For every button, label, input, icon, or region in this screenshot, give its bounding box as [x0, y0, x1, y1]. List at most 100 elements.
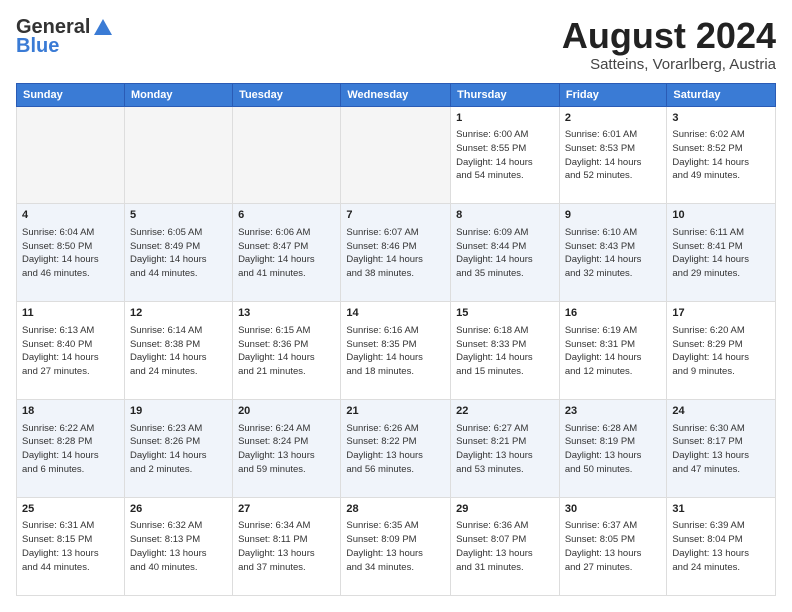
calendar-day-header: Wednesday — [341, 83, 451, 106]
day-info: Sunrise: 6:22 AM Sunset: 8:28 PM Dayligh… — [22, 422, 119, 477]
day-info: Sunrise: 6:27 AM Sunset: 8:21 PM Dayligh… — [456, 422, 554, 477]
calendar-cell: 14Sunrise: 6:16 AM Sunset: 8:35 PM Dayli… — [341, 302, 451, 400]
day-info: Sunrise: 6:15 AM Sunset: 8:36 PM Dayligh… — [238, 324, 335, 379]
day-number: 5 — [130, 208, 227, 223]
day-info: Sunrise: 6:02 AM Sunset: 8:52 PM Dayligh… — [672, 128, 770, 183]
calendar-cell — [341, 106, 451, 204]
calendar-day-header: Monday — [124, 83, 232, 106]
calendar-body: 1 Sunrise: 6:00 AM Sunset: 8:55 PM Daylig… — [17, 106, 776, 595]
day-number: 8 — [456, 208, 554, 223]
calendar-day-header: Saturday — [667, 83, 776, 106]
day-info: Sunrise: 6:05 AM Sunset: 8:49 PM Dayligh… — [130, 226, 227, 281]
day-info: Sunrise: 6:10 AM Sunset: 8:43 PM Dayligh… — [565, 226, 662, 281]
day-number: 24 — [672, 404, 770, 419]
day-info: Sunrise: 6:09 AM Sunset: 8:44 PM Dayligh… — [456, 226, 554, 281]
day-info: Sunrise: 6:37 AM Sunset: 8:05 PM Dayligh… — [565, 519, 662, 574]
calendar-cell: 28 Sunrise: 6:35 AM Sunset: 8:09 PM Dayli… — [341, 498, 451, 596]
calendar-day-header: Thursday — [451, 83, 560, 106]
day-number: 12 — [130, 306, 227, 321]
day-number: 3 — [672, 111, 770, 126]
day-number: 30 — [565, 502, 662, 517]
calendar-week-row: 1 Sunrise: 6:00 AM Sunset: 8:55 PM Daylig… — [17, 106, 776, 204]
calendar-cell: 1 Sunrise: 6:00 AM Sunset: 8:55 PM Daylig… — [451, 106, 560, 204]
calendar-header-row: SundayMondayTuesdayWednesdayThursdayFrid… — [17, 83, 776, 106]
calendar-table: SundayMondayTuesdayWednesdayThursdayFrid… — [16, 83, 776, 596]
day-number: 17 — [672, 306, 770, 321]
day-number: 29 — [456, 502, 554, 517]
calendar-week-row: 11 Sunrise: 6:13 AM Sunset: 8:40 PM Dayli… — [17, 302, 776, 400]
calendar-cell: 20 Sunrise: 6:24 AM Sunset: 8:24 PM Dayli… — [233, 400, 341, 498]
header: General Blue August 2024 Satteins, Vorar… — [16, 16, 776, 73]
day-number: 9 — [565, 208, 662, 223]
day-number: 1 — [456, 111, 554, 126]
day-number: 26 — [130, 502, 227, 517]
day-number: 13 — [238, 306, 335, 321]
day-info: Sunrise: 6:20 AM Sunset: 8:29 PM Dayligh… — [672, 324, 770, 379]
day-info: Sunrise: 6:26 AM Sunset: 8:22 PM Dayligh… — [346, 422, 445, 477]
day-number: 2 — [565, 111, 662, 126]
day-info: Sunrise: 6:01 AM Sunset: 8:53 PM Dayligh… — [565, 128, 662, 183]
day-info: Sunrise: 6:14 AM Sunset: 8:38 PM Dayligh… — [130, 324, 227, 379]
calendar-cell: 2 Sunrise: 6:01 AM Sunset: 8:53 PM Daylig… — [559, 106, 667, 204]
calendar-cell: 24 Sunrise: 6:30 AM Sunset: 8:17 PM Dayli… — [667, 400, 776, 498]
calendar-cell: 16Sunrise: 6:19 AM Sunset: 8:31 PM Dayli… — [559, 302, 667, 400]
calendar-week-row: 25Sunrise: 6:31 AM Sunset: 8:15 PM Dayli… — [17, 498, 776, 596]
day-number: 16 — [565, 306, 662, 321]
logo: General Blue — [16, 16, 114, 58]
calendar-cell: 9 Sunrise: 6:10 AM Sunset: 8:43 PM Daylig… — [559, 204, 667, 302]
day-number: 22 — [456, 404, 554, 419]
day-number: 18 — [22, 404, 119, 419]
day-number: 28 — [346, 502, 445, 517]
calendar-cell: 12 Sunrise: 6:14 AM Sunset: 8:38 PM Dayli… — [124, 302, 232, 400]
location-subtitle: Satteins, Vorarlberg, Austria — [562, 56, 776, 73]
calendar-cell: 31 Sunrise: 6:39 AM Sunset: 8:04 PM Dayli… — [667, 498, 776, 596]
calendar-cell: 10 Sunrise: 6:11 AM Sunset: 8:41 PM Dayli… — [667, 204, 776, 302]
day-number: 27 — [238, 502, 335, 517]
day-number: 4 — [22, 208, 119, 223]
day-info: Sunrise: 6:06 AM Sunset: 8:47 PM Dayligh… — [238, 226, 335, 281]
calendar-cell: 4Sunrise: 6:04 AM Sunset: 8:50 PM Daylig… — [17, 204, 125, 302]
calendar-cell — [17, 106, 125, 204]
calendar-day-header: Sunday — [17, 83, 125, 106]
calendar-cell: 22 Sunrise: 6:27 AM Sunset: 8:21 PM Dayli… — [451, 400, 560, 498]
day-number: 11 — [22, 306, 119, 321]
calendar-week-row: 18 Sunrise: 6:22 AM Sunset: 8:28 PM Dayli… — [17, 400, 776, 498]
day-number: 19 — [130, 404, 227, 419]
day-info: Sunrise: 6:13 AM Sunset: 8:40 PM Dayligh… — [22, 324, 119, 379]
day-info: Sunrise: 6:30 AM Sunset: 8:17 PM Dayligh… — [672, 422, 770, 477]
calendar-cell: 11 Sunrise: 6:13 AM Sunset: 8:40 PM Dayli… — [17, 302, 125, 400]
calendar-cell: 29 Sunrise: 6:36 AM Sunset: 8:07 PM Dayli… — [451, 498, 560, 596]
calendar-cell: 8 Sunrise: 6:09 AM Sunset: 8:44 PM Daylig… — [451, 204, 560, 302]
calendar-cell: 19 Sunrise: 6:23 AM Sunset: 8:26 PM Dayli… — [124, 400, 232, 498]
day-info: Sunrise: 6:31 AM Sunset: 8:15 PM Dayligh… — [22, 519, 119, 574]
day-info: Sunrise: 6:39 AM Sunset: 8:04 PM Dayligh… — [672, 519, 770, 574]
calendar-cell: 25Sunrise: 6:31 AM Sunset: 8:15 PM Dayli… — [17, 498, 125, 596]
day-number: 15 — [456, 306, 554, 321]
calendar-cell: 23 Sunrise: 6:28 AM Sunset: 8:19 PM Dayli… — [559, 400, 667, 498]
day-number: 10 — [672, 208, 770, 223]
day-info: Sunrise: 6:16 AM Sunset: 8:35 PM Dayligh… — [346, 324, 445, 379]
calendar-cell: 18 Sunrise: 6:22 AM Sunset: 8:28 PM Dayli… — [17, 400, 125, 498]
day-number: 31 — [672, 502, 770, 517]
day-info: Sunrise: 6:18 AM Sunset: 8:33 PM Dayligh… — [456, 324, 554, 379]
day-info: Sunrise: 6:23 AM Sunset: 8:26 PM Dayligh… — [130, 422, 227, 477]
day-info: Sunrise: 6:11 AM Sunset: 8:41 PM Dayligh… — [672, 226, 770, 281]
day-number: 20 — [238, 404, 335, 419]
calendar-cell — [233, 106, 341, 204]
calendar-cell: 7Sunrise: 6:07 AM Sunset: 8:46 PM Daylig… — [341, 204, 451, 302]
day-info: Sunrise: 6:00 AM Sunset: 8:55 PM Dayligh… — [456, 128, 554, 183]
day-number: 23 — [565, 404, 662, 419]
calendar-cell: 21 Sunrise: 6:26 AM Sunset: 8:22 PM Dayli… — [341, 400, 451, 498]
day-info: Sunrise: 6:07 AM Sunset: 8:46 PM Dayligh… — [346, 226, 445, 281]
day-info: Sunrise: 6:24 AM Sunset: 8:24 PM Dayligh… — [238, 422, 335, 477]
day-number: 21 — [346, 404, 445, 419]
day-number: 6 — [238, 208, 335, 223]
day-info: Sunrise: 6:35 AM Sunset: 8:09 PM Dayligh… — [346, 519, 445, 574]
day-info: Sunrise: 6:34 AM Sunset: 8:11 PM Dayligh… — [238, 519, 335, 574]
calendar-cell: 30 Sunrise: 6:37 AM Sunset: 8:05 PM Dayli… — [559, 498, 667, 596]
calendar-cell: 26Sunrise: 6:32 AM Sunset: 8:13 PM Dayli… — [124, 498, 232, 596]
day-info: Sunrise: 6:28 AM Sunset: 8:19 PM Dayligh… — [565, 422, 662, 477]
calendar-day-header: Tuesday — [233, 83, 341, 106]
calendar-cell: 3 Sunrise: 6:02 AM Sunset: 8:52 PM Daylig… — [667, 106, 776, 204]
day-info: Sunrise: 6:36 AM Sunset: 8:07 PM Dayligh… — [456, 519, 554, 574]
